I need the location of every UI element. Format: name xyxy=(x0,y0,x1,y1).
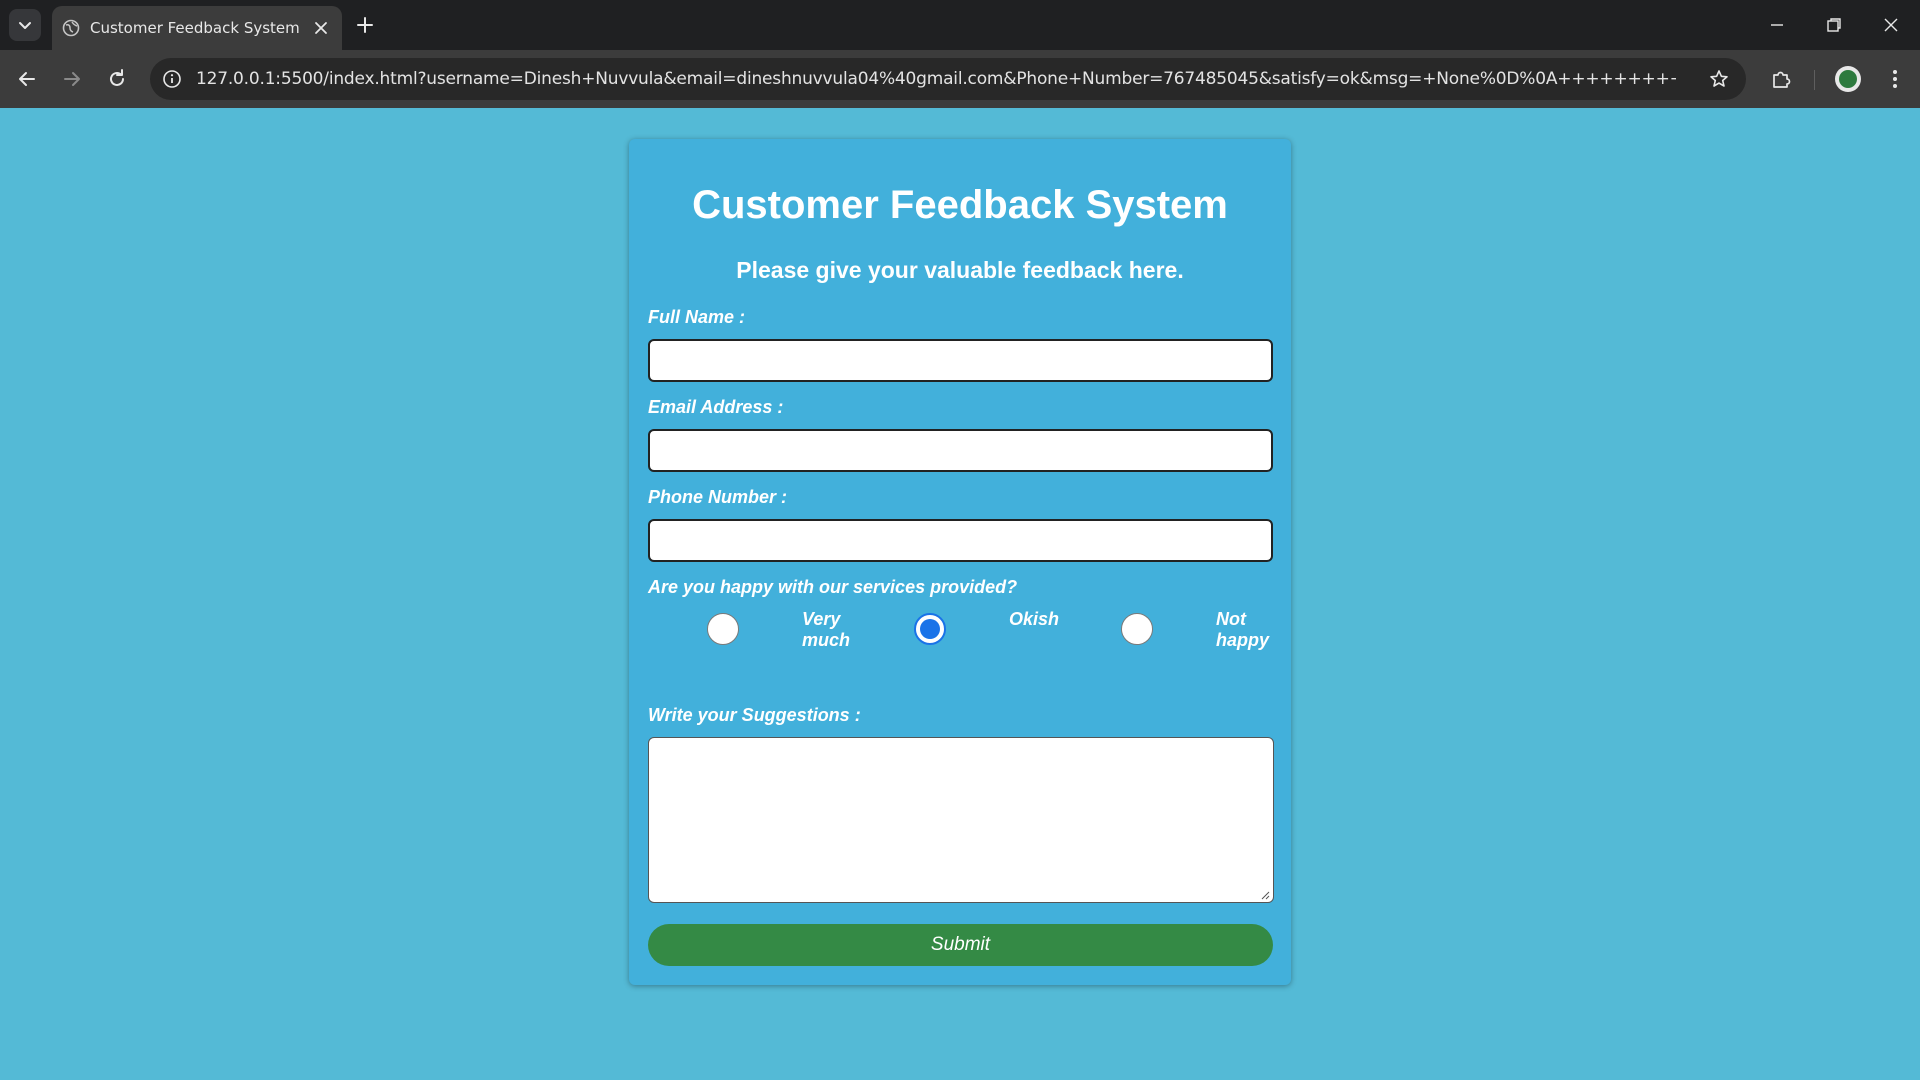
close-tab-icon[interactable] xyxy=(312,19,330,37)
site-info-icon[interactable] xyxy=(162,69,182,89)
reload-icon[interactable] xyxy=(104,66,130,92)
radio-not-happy[interactable] xyxy=(1121,613,1153,645)
radio-label-okish: Okish xyxy=(1009,609,1079,630)
page-subtitle: Please give your valuable feedback here. xyxy=(736,257,1184,283)
email-label: Email Address : xyxy=(648,397,784,417)
submit-button[interactable]: Submit xyxy=(648,924,1273,966)
forward-arrow-icon[interactable] xyxy=(59,66,85,92)
toolbar-divider xyxy=(1814,70,1815,90)
radio-label-line: Okish xyxy=(1009,609,1060,629)
tab-title: Customer Feedback System xyxy=(90,19,300,37)
page-title: Customer Feedback System xyxy=(692,183,1228,227)
satisfaction-question: Are you happy with our services provided… xyxy=(648,577,1018,597)
minimize-icon[interactable] xyxy=(1764,12,1790,38)
email-input[interactable] xyxy=(648,429,1273,472)
radio-label-line: happy xyxy=(1216,630,1270,650)
browser-tab-active[interactable]: Customer Feedback System xyxy=(52,6,342,50)
radio-label-line: much xyxy=(802,630,851,650)
tab-search-button[interactable] xyxy=(9,9,41,41)
radio-very-much[interactable] xyxy=(707,613,739,645)
kebab-menu-icon[interactable] xyxy=(1882,66,1908,92)
full-name-label: Full Name : xyxy=(648,307,746,327)
chevron-down-icon xyxy=(19,22,31,29)
back-arrow-icon[interactable] xyxy=(14,66,40,92)
address-bar[interactable]: 127.0.0.1:5500/index.html?username=Dines… xyxy=(150,58,1746,100)
resize-grip-icon[interactable] xyxy=(1260,890,1270,900)
url-text: 127.0.0.1:5500/index.html?username=Dines… xyxy=(196,69,1676,89)
radio-label-line: Not xyxy=(1216,609,1246,629)
restore-icon[interactable] xyxy=(1821,12,1847,38)
extensions-puzzle-icon[interactable] xyxy=(1768,66,1794,92)
full-name-input[interactable] xyxy=(648,339,1273,382)
phone-input[interactable] xyxy=(648,519,1273,562)
avatar-image xyxy=(1839,70,1857,88)
feedback-form-card: Customer Feedback System Please give you… xyxy=(629,139,1291,985)
new-tab-icon[interactable] xyxy=(354,14,376,36)
profile-avatar[interactable] xyxy=(1835,66,1861,92)
phone-label: Phone Number : xyxy=(648,487,788,507)
suggestions-textarea[interactable] xyxy=(648,737,1274,903)
browser-toolbar: 127.0.0.1:5500/index.html?username=Dines… xyxy=(0,50,1920,108)
radio-label-very-much: Very much xyxy=(802,609,872,651)
globe-icon xyxy=(62,19,80,37)
radio-label-line: Very xyxy=(802,609,841,629)
radio-okish[interactable] xyxy=(914,613,946,645)
browser-tab-strip: Customer Feedback System xyxy=(0,0,1920,50)
bookmark-star-icon[interactable] xyxy=(1708,68,1730,90)
radio-label-not-happy: Not happy xyxy=(1216,609,1286,651)
close-window-icon[interactable] xyxy=(1878,12,1904,38)
suggestions-label: Write your Suggestions : xyxy=(648,705,861,725)
